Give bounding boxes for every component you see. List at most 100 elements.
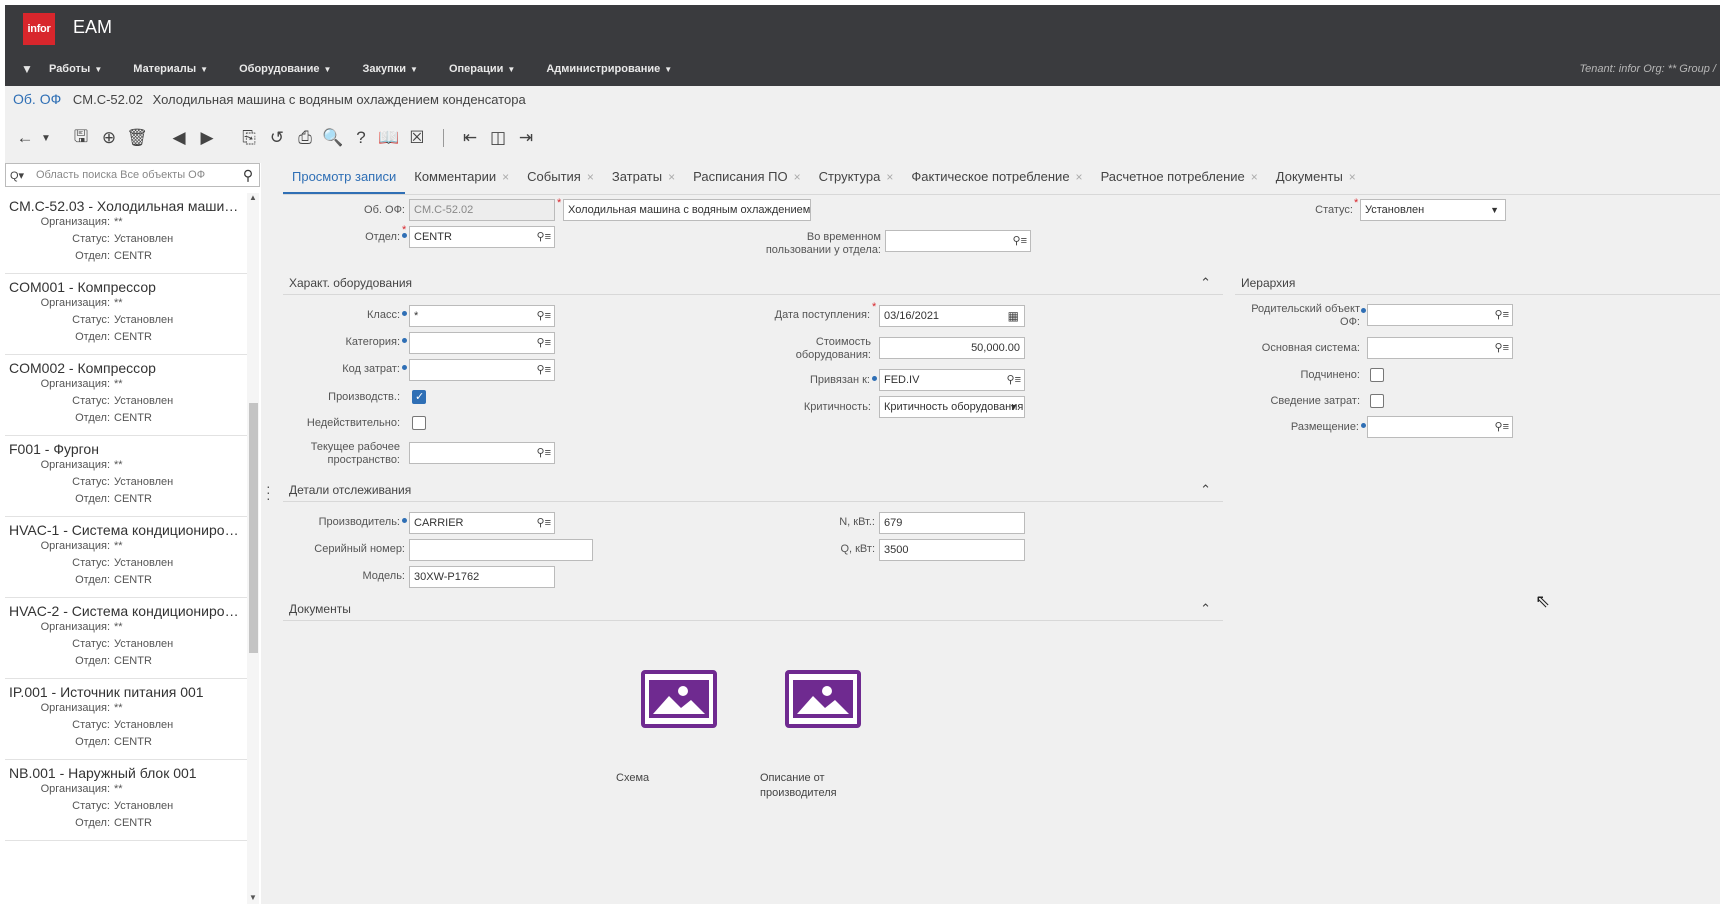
copy-record-icon[interactable]: ⎘	[235, 128, 263, 148]
close-icon[interactable]: ×	[1349, 170, 1356, 184]
list-item[interactable]: COM001 - Компрессор Организация: ** Стату…	[5, 274, 247, 355]
print-icon[interactable]: ⎙	[291, 128, 319, 148]
chevron-up-icon[interactable]: ⌃	[1200, 601, 1211, 617]
list-item[interactable]: HVAC-2 - Система кондиционирования возду…	[5, 598, 247, 679]
chevron-up-icon[interactable]: ⌃	[1200, 275, 1211, 291]
tab-actual-consumption[interactable]: Фактическое потребление ×	[902, 169, 1091, 194]
image-icon[interactable]	[641, 670, 717, 728]
dependent-checkbox[interactable]	[1370, 368, 1384, 382]
section-documents[interactable]: Документы ⌃	[283, 599, 1223, 621]
search-icon[interactable]: ⚲	[237, 167, 259, 184]
expand-right-icon[interactable]: ⇥	[512, 128, 540, 148]
lookup-icon[interactable]: ⚲≡	[537, 227, 551, 247]
print-preview-icon[interactable]: 🔍	[319, 128, 347, 148]
tab-costs[interactable]: Затраты ×	[603, 169, 684, 194]
scroll-up-icon[interactable]: ▲	[247, 193, 259, 202]
breadcrumb-link[interactable]: Об. ОФ	[13, 91, 61, 107]
serial-number-field[interactable]	[409, 539, 593, 561]
tab-comments[interactable]: Комментарии ×	[405, 169, 518, 194]
tab-estimated-consumption[interactable]: Расчетное потребление ×	[1092, 169, 1267, 194]
lookup-icon[interactable]: ⚲≡	[537, 306, 551, 326]
close-icon[interactable]: ×	[502, 170, 509, 184]
cost-rollup-checkbox[interactable]	[1370, 394, 1384, 408]
collapse-left-icon[interactable]: ⇤	[456, 128, 484, 148]
criticality-select[interactable]: Критичность оборудования ▼	[879, 396, 1025, 418]
list-scrollbar[interactable]: ▲ ▼	[247, 193, 259, 904]
lookup-icon[interactable]: ⚲≡	[1495, 417, 1509, 437]
lookup-icon[interactable]: ⚲≡	[1495, 305, 1509, 325]
split-view-icon[interactable]: ◫	[484, 128, 512, 148]
scroll-thumb[interactable]	[249, 403, 258, 653]
section-characteristics[interactable]: Характ. оборудования ⌃	[283, 273, 1223, 295]
refresh-icon[interactable]: ↺	[263, 128, 291, 148]
lookup-icon[interactable]: ⚲≡	[537, 360, 551, 380]
list-item[interactable]: NB.001 - Наружный блок 001 Организация: *…	[5, 760, 247, 841]
asset-description-field[interactable]: Холодильная машина с водяным охлаждением…	[563, 199, 811, 221]
tab-pm-schedules[interactable]: Расписания ПО ×	[684, 169, 810, 194]
manufacturer-field[interactable]: CARRIER ⚲≡	[409, 512, 555, 534]
lookup-icon[interactable]: ⚲≡	[1495, 338, 1509, 358]
section-tracking-details[interactable]: Детали отслеживания ⌃	[283, 480, 1223, 502]
department-field[interactable]: CENTR ⚲≡	[409, 226, 555, 248]
close-icon[interactable]: ×	[668, 170, 675, 184]
class-field[interactable]: * ⚲≡	[409, 305, 555, 327]
search-filter-icon[interactable]: Q▾	[10, 169, 36, 182]
category-field[interactable]: ⚲≡	[409, 332, 555, 354]
panel-splitter[interactable]: · · ·	[261, 163, 277, 904]
tab-documents[interactable]: Документы ×	[1267, 169, 1365, 194]
delete-icon[interactable]: 🗑	[123, 128, 151, 148]
lookup-icon[interactable]: ⚲≡	[537, 443, 551, 463]
location-field[interactable]: ⚲≡	[1367, 416, 1513, 438]
tab-structure[interactable]: Структура ×	[810, 169, 903, 194]
workspace-field[interactable]: ⚲≡	[409, 442, 555, 464]
invalid-checkbox[interactable]	[412, 416, 426, 430]
close-icon[interactable]: ×	[886, 170, 893, 184]
n-power-field[interactable]: 679	[879, 512, 1025, 534]
q-power-field[interactable]: 3500	[879, 539, 1025, 561]
lookup-icon[interactable]: ⚲≡	[1007, 370, 1021, 390]
parent-asset-field[interactable]: ⚲≡	[1367, 304, 1513, 326]
tab-events[interactable]: События ×	[518, 169, 603, 194]
close-icon[interactable]: ×	[587, 170, 594, 184]
menu-item-equipment[interactable]: Оборудование ▼	[239, 63, 331, 75]
lookup-icon[interactable]: ⚲≡	[537, 333, 551, 353]
production-checkbox[interactable]	[412, 390, 426, 404]
lookup-icon[interactable]: ⚲≡	[1013, 231, 1027, 251]
previous-record-icon[interactable]: ◀	[165, 128, 193, 148]
cost-code-field[interactable]: ⚲≡	[409, 359, 555, 381]
chevron-up-icon[interactable]: ⌃	[1200, 482, 1211, 498]
list-item[interactable]: IP.001 - Источник питания 001 Организаци…	[5, 679, 247, 760]
temp-use-department-field[interactable]: ⚲≡	[885, 230, 1031, 252]
close-icon[interactable]: ×	[794, 170, 801, 184]
lookup-icon[interactable]: ⚲≡	[537, 513, 551, 533]
section-hierarchy[interactable]: Иерархия	[1235, 273, 1720, 295]
menu-item-materials[interactable]: Материалы ▼	[133, 63, 208, 75]
menu-toggle-button[interactable]: ▼	[5, 62, 49, 76]
help-icon[interactable]: ?	[347, 128, 375, 148]
primary-system-field[interactable]: ⚲≡	[1367, 337, 1513, 359]
chevron-down-icon[interactable]: ▼	[39, 133, 53, 144]
image-icon[interactable]	[785, 670, 861, 728]
edit-disabled-icon[interactable]: ☒	[403, 128, 431, 148]
tab-record-view[interactable]: Просмотр записи	[283, 169, 406, 194]
menu-item-operations[interactable]: Операции ▼	[449, 63, 515, 75]
drag-handle-icon[interactable]: · · ·	[266, 479, 271, 505]
menu-item-administration[interactable]: Администрирование ▼	[546, 63, 672, 75]
list-item[interactable]: CM.C-52.03 - Холодильная машина с водяны…	[5, 193, 247, 274]
scroll-down-icon[interactable]: ▼	[247, 893, 259, 902]
list-item[interactable]: COM002 - Компрессор Организация: ** Стату…	[5, 355, 247, 436]
menu-item-purchasing[interactable]: Закупки ▼	[362, 63, 417, 75]
back-arrow-icon[interactable]: ←	[11, 128, 39, 148]
commission-date-field[interactable]: 03/16/2021 ▦	[879, 305, 1025, 327]
list-search-input[interactable]: Q▾ Область поиска Все объекты ОФ ⚲	[5, 163, 260, 187]
save-icon[interactable]: 🖫	[67, 124, 95, 153]
menu-item-work[interactable]: Работы ▼	[49, 63, 102, 75]
close-icon[interactable]: ×	[1251, 170, 1258, 184]
next-record-icon[interactable]: ▶	[193, 128, 221, 148]
book-icon[interactable]: 📖	[375, 128, 403, 148]
new-record-icon[interactable]: ⊕	[95, 128, 123, 148]
list-item[interactable]: HVAC-1 - Система кондиционирования возду…	[5, 517, 247, 598]
model-field[interactable]: 30XW-P1762	[409, 566, 555, 588]
close-icon[interactable]: ×	[1076, 170, 1083, 184]
list-item[interactable]: F001 - Фургон Организация: ** Статус: Уста…	[5, 436, 247, 517]
